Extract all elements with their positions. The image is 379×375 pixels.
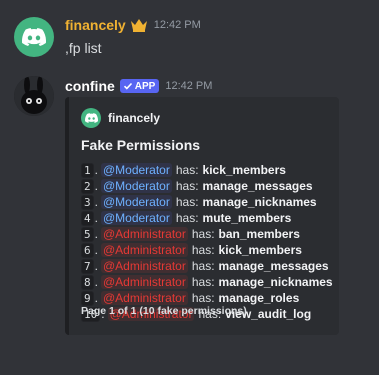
- has-label: has:: [191, 243, 215, 257]
- row-number: 5: [81, 226, 94, 242]
- row-number: 7: [81, 258, 94, 274]
- message-header: confine APP 12:42 PM: [65, 78, 212, 94]
- permission-name: manage_nicknames: [202, 195, 317, 209]
- row-number: 9: [81, 290, 94, 306]
- app-badge-label: APP: [134, 80, 156, 92]
- permission-name: manage_roles: [218, 291, 300, 305]
- embed: financely Fake Permissions 1. @Moderator…: [65, 97, 339, 335]
- discord-logo-icon: [22, 28, 46, 46]
- avatar[interactable]: [14, 17, 54, 57]
- role-mention[interactable]: @Moderator: [100, 195, 172, 209]
- permission-row: 5. @Administrator has: ban_members: [81, 226, 333, 242]
- author-avatar: [81, 108, 101, 128]
- app-badge: APP: [119, 79, 160, 93]
- message-content: ,fp list: [65, 40, 102, 56]
- role-mention[interactable]: @Administrator: [100, 259, 188, 273]
- username[interactable]: financely: [65, 17, 126, 33]
- has-label: has:: [175, 211, 199, 225]
- role-mention[interactable]: @Administrator: [100, 227, 188, 241]
- permission-row: 9. @Administrator has: manage_roles: [81, 290, 333, 306]
- embed-title: Fake Permissions: [81, 137, 201, 153]
- avatar[interactable]: [14, 76, 54, 116]
- role-mention[interactable]: @Administrator: [100, 243, 188, 257]
- bunny-avatar-icon: [14, 76, 54, 116]
- has-label: has:: [175, 195, 199, 209]
- permission-row: 7. @Administrator has: manage_messages: [81, 258, 333, 274]
- row-number: 6: [81, 242, 94, 258]
- has-label: has:: [191, 275, 215, 289]
- timestamp: 12:42 PM: [153, 19, 201, 31]
- crown-icon: [130, 19, 147, 32]
- embed-author: financely: [81, 108, 160, 128]
- embed-footer: Page 1 of 1 (10 fake permissions): [81, 305, 247, 317]
- role-mention[interactable]: @Administrator: [100, 291, 188, 305]
- permission-name: kick_members: [218, 243, 302, 257]
- permission-row: 1. @Moderator has: kick_members: [81, 162, 333, 178]
- has-label: has:: [191, 227, 215, 241]
- permission-name: manage_messages: [218, 259, 329, 273]
- role-mention[interactable]: @Moderator: [100, 163, 172, 177]
- role-mention[interactable]: @Moderator: [100, 211, 172, 225]
- permission-name: manage_nicknames: [218, 275, 333, 289]
- has-label: has:: [191, 291, 215, 305]
- permission-name: ban_members: [218, 227, 300, 241]
- row-number: 2: [81, 178, 94, 194]
- embed-author-name: financely: [108, 111, 161, 125]
- permission-name: mute_members: [202, 211, 292, 225]
- has-label: has:: [191, 259, 215, 273]
- row-number: 4: [81, 210, 94, 226]
- has-label: has:: [175, 163, 199, 177]
- has-label: has:: [175, 179, 199, 193]
- role-mention[interactable]: @Administrator: [100, 275, 188, 289]
- row-number: 8: [81, 274, 94, 290]
- permission-list: 1. @Moderator has: kick_members 2. @Mode…: [81, 162, 333, 322]
- role-mention[interactable]: @Moderator: [100, 179, 172, 193]
- permission-name: manage_messages: [202, 179, 313, 193]
- username[interactable]: confine: [65, 78, 115, 94]
- row-number: 3: [81, 194, 94, 210]
- permission-row: 3. @Moderator has: manage_nicknames: [81, 194, 333, 210]
- permission-row: 4. @Moderator has: mute_members: [81, 210, 333, 226]
- discord-logo-icon: [84, 113, 98, 123]
- checkmark-icon: [123, 82, 132, 90]
- row-number: 1: [81, 162, 94, 178]
- permission-row: 6. @Administrator has: kick_members: [81, 242, 333, 258]
- permission-row: 8. @Administrator has: manage_nicknames: [81, 274, 333, 290]
- permission-row: 2. @Moderator has: manage_messages: [81, 178, 333, 194]
- permission-name: kick_members: [202, 163, 286, 177]
- message-header: financely 12:42 PM: [65, 17, 201, 33]
- timestamp: 12:42 PM: [165, 80, 213, 92]
